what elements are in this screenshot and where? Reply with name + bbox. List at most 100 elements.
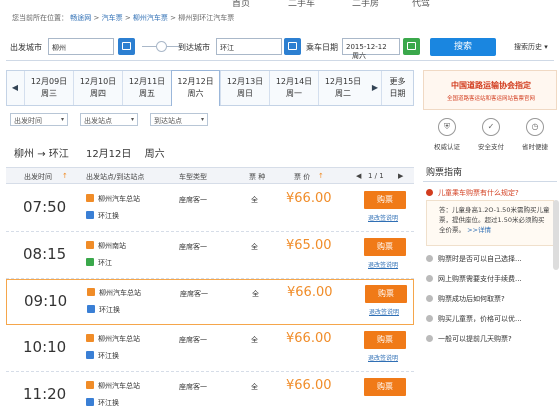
date-label: 乘车日期 (306, 43, 338, 52)
date-tab[interactable]: 12月13日 周日 (220, 71, 269, 105)
nav-item[interactable]: 首页 (232, 0, 250, 9)
more-dates-button[interactable]: 更多 日期 (381, 71, 413, 105)
breadcrumb-sep: > (124, 14, 131, 22)
bus-type: 座席客一 (179, 383, 207, 391)
station-label: 柳州汽车总站 (99, 289, 141, 297)
date-tab[interactable]: 12月14日 周一 (269, 71, 318, 105)
price: ¥66.00 (286, 331, 332, 346)
banner-title: 中国道路运输协会指定 (451, 81, 531, 90)
col-time[interactable]: 出发时间 (24, 172, 52, 182)
faq-item[interactable]: 购买儿童票，价格可以优... (426, 314, 522, 324)
route-date: 12月12日 (85, 149, 132, 160)
end-icon (87, 305, 95, 313)
bus-icon[interactable] (118, 38, 135, 55)
to-city-input[interactable]: 环江 (216, 38, 282, 55)
ticket-type: 全 (251, 383, 258, 391)
faq-item[interactable]: 儿童乘车购票有什么规定? (426, 188, 519, 198)
refund-link[interactable]: 退改签说明 (368, 260, 398, 269)
route-heading: 柳州 → 环江 12月12日 周六 (14, 145, 165, 160)
bus-type: 座席客一 (179, 196, 207, 204)
bus-type: 座席客一 (180, 290, 208, 298)
tab-day: 周四 (90, 89, 106, 98)
buy-button[interactable]: 购票 (365, 285, 407, 303)
end-icon (86, 258, 94, 266)
date-input[interactable]: 2015-12-12 周六 (342, 38, 400, 60)
buy-button[interactable]: 购票 (364, 331, 406, 349)
refund-link[interactable]: 退改签说明 (368, 213, 398, 222)
tab-date: 12月15日 (324, 77, 362, 86)
refund-link[interactable]: 退改签说明 (369, 307, 399, 316)
nav-item[interactable]: 代驾 (412, 0, 430, 9)
breadcrumb-sep: > (93, 14, 100, 22)
date-tab[interactable]: 12月09日 周三 (24, 71, 73, 105)
swap-icon[interactable] (156, 41, 167, 52)
station-label: 柳州汽车总站 (98, 335, 140, 343)
page-indicator: 1 / 1 (368, 172, 384, 180)
price: ¥66.00 (286, 191, 332, 206)
date-tab[interactable]: 12月10日 周四 (73, 71, 122, 105)
date-tab[interactable]: 12月15日 周二 (318, 71, 367, 105)
table-row-highlighted: 09:10 柳州汽车总站 环江换 座席客一 全 ¥66.00 购票 退改签说明 (6, 279, 414, 325)
start-icon (87, 288, 95, 296)
page-next-icon[interactable]: ▶ (398, 172, 403, 180)
sort-up-icon[interactable]: ↑ (318, 172, 324, 180)
ticket-type: 全 (251, 336, 258, 344)
depart-time: 10:10 (23, 338, 67, 356)
breadcrumb-link[interactable]: 汽车票 (102, 14, 123, 22)
table-row: 11:20 柳州汽车总站 环江换 座席客一 全 ¥66.00 购票 (6, 373, 414, 419)
buy-button[interactable]: 购票 (364, 378, 406, 396)
filter-depart-time[interactable]: 出发时间 ▾ (10, 113, 68, 126)
station-label: 柳州南站 (98, 242, 126, 250)
start-icon (86, 194, 94, 202)
prev-arrow-icon[interactable]: ◀ (7, 71, 23, 105)
date-tabs: ◀ 12月09日 周三 12月10日 周四 12月11日 周五 12月12日 周六 12… (6, 70, 414, 106)
faq-label: 儿童乘车购票有什么规定? (438, 189, 519, 197)
nav-item[interactable]: 二手车 (288, 0, 315, 9)
breadcrumb-sep: > (170, 14, 177, 22)
chevron-down-icon: ▾ (130, 116, 134, 123)
refund-link[interactable]: 退改签说明 (368, 353, 398, 362)
col-price[interactable]: 票 价 (294, 172, 310, 182)
calendar-icon[interactable] (403, 38, 420, 55)
page-prev-icon[interactable]: ◀ (356, 172, 361, 180)
clock-icon: ◷ (526, 118, 544, 136)
buy-button[interactable]: 购票 (364, 238, 406, 256)
more-line2: 日期 (389, 89, 406, 98)
date-tab-selected[interactable]: 12月12日 周六 (171, 70, 220, 106)
from-station: 柳州汽车总站 (86, 194, 140, 204)
faq-item[interactable]: 网上购票需要支付手续费... (426, 274, 522, 284)
station-label: 环江换 (98, 212, 119, 220)
breadcrumb-link[interactable]: 畅途网 (70, 14, 91, 22)
faq-item[interactable]: 一般可以提前几天购票? (426, 334, 512, 344)
date-tab[interactable]: 12月11日 周五 (122, 71, 171, 105)
chevron-down-icon: ▾ (200, 116, 204, 123)
bus-icon[interactable] (284, 38, 301, 55)
buy-button[interactable]: 购票 (364, 191, 406, 209)
faq-item[interactable]: 购票成功后如何取票? (426, 294, 505, 304)
question-icon (426, 315, 433, 322)
question-icon (426, 295, 433, 302)
nav-item[interactable]: 二手房 (352, 0, 379, 9)
detail-link[interactable]: >>详情 (467, 226, 491, 234)
end-icon (86, 398, 94, 406)
end-icon (86, 211, 94, 219)
search-bar: 出发城市 柳州 到达城市 环江 乘车日期 2015-12-12 周六 搜索 搜索… (6, 33, 554, 61)
search-history[interactable]: 搜索历史 ▾ (514, 42, 548, 52)
depart-time: 07:50 (23, 198, 67, 216)
ticket-type: 全 (252, 290, 259, 298)
service-label: 省时便捷 (522, 143, 548, 151)
table-row: 10:10 柳州汽车总站 环江换 座席客一 全 ¥66.00 购票 退改签说明 (6, 326, 414, 372)
sort-up-icon[interactable]: ↑ (62, 172, 68, 180)
from-city-input[interactable]: 柳州 (48, 38, 114, 55)
to-label: 到达城市 (178, 43, 210, 52)
scrollbar[interactable] (553, 200, 559, 270)
filter-arrive-station[interactable]: 到达站点 ▾ (150, 113, 208, 126)
search-button[interactable]: 搜索 (430, 38, 496, 56)
filter-depart-station[interactable]: 出发站点 ▾ (80, 113, 138, 126)
faq-item[interactable]: 购票时是否可以自己选择... (426, 254, 522, 264)
breadcrumb-link[interactable]: 柳州汽车票 (133, 14, 168, 22)
from-label: 出发城市 (10, 43, 42, 52)
table-row: 08:15 柳州南站 环江 座席客一 全 ¥65.00 购票 退改签说明 (6, 233, 414, 279)
route-to: 环江 (48, 149, 69, 160)
tab-day: 周日 (237, 89, 253, 98)
